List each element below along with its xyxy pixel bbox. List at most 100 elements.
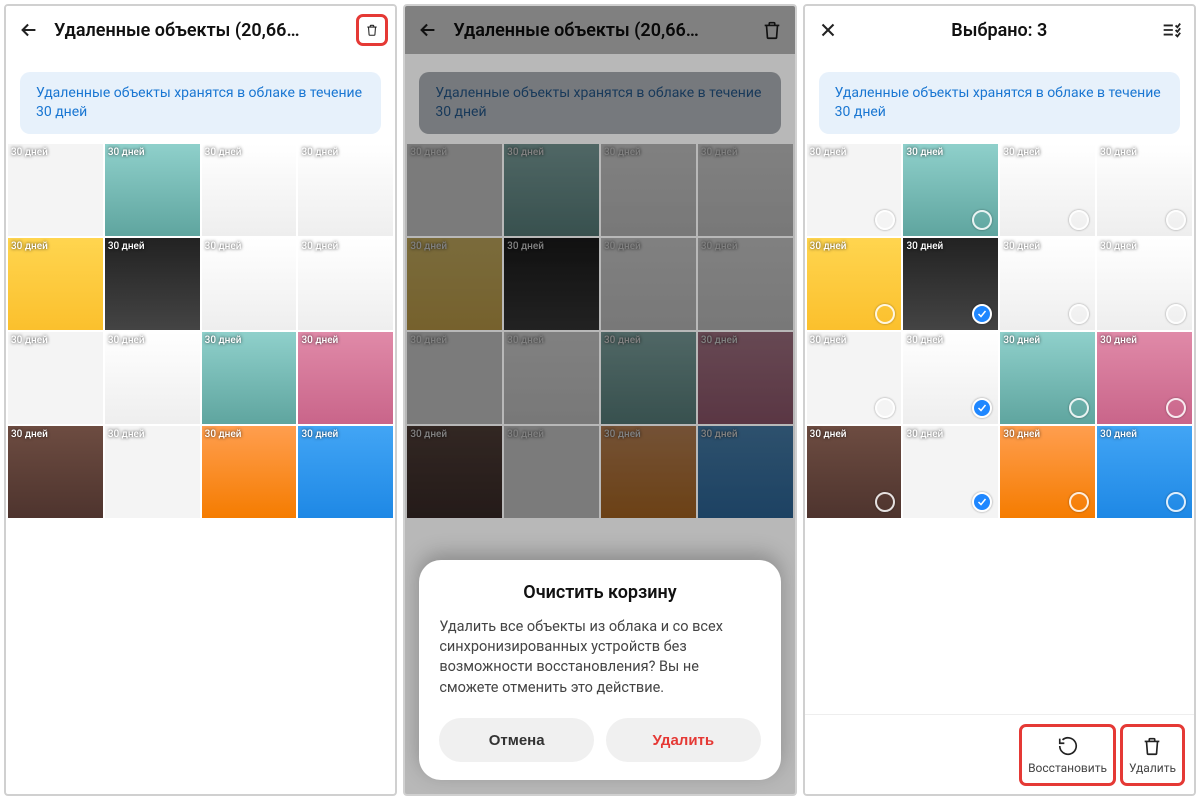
days-badge: 30 дней <box>906 429 943 440</box>
thumbnail[interactable]: 30 дней <box>8 332 103 424</box>
days-badge: 30 дней <box>1003 241 1040 252</box>
select-all-icon[interactable] <box>1160 19 1182 41</box>
thumbnail[interactable]: 30 дней <box>903 144 998 236</box>
thumbnail[interactable]: 30 дней <box>105 238 200 330</box>
select-ring[interactable] <box>875 210 895 230</box>
thumbnail[interactable]: 30 дней <box>903 426 998 518</box>
select-ring[interactable] <box>1166 210 1186 230</box>
select-ring[interactable] <box>875 398 895 418</box>
thumbnail[interactable]: 30 дней <box>8 144 103 236</box>
bottom-action-bar: Восстановить Удалить <box>805 714 1194 794</box>
days-badge: 30 дней <box>906 335 943 346</box>
days-badge: 30 дней <box>205 241 242 252</box>
select-ring[interactable] <box>1069 304 1089 324</box>
thumbnail-grid[interactable]: 30 дней30 дней30 дней30 дней30 дней30 дн… <box>6 144 395 794</box>
thumbnail[interactable]: 30 дней <box>202 426 297 518</box>
thumbnail[interactable]: 30 дней <box>903 238 998 330</box>
days-badge: 30 дней <box>205 335 242 346</box>
info-banner: Удаленные объекты хранятся в облаке в те… <box>20 72 381 134</box>
thumbnail[interactable]: 30 дней <box>1000 426 1095 518</box>
trash-icon <box>1141 735 1163 757</box>
delete-label: Удалить <box>1129 761 1176 775</box>
checkmark-icon[interactable] <box>972 398 992 418</box>
days-badge: 30 дней <box>906 241 943 252</box>
thumbnail[interactable]: 30 дней <box>105 144 200 236</box>
thumbnail[interactable]: 30 дней <box>1097 426 1192 518</box>
days-badge: 30 дней <box>1100 429 1137 440</box>
thumbnail[interactable]: 30 дней <box>1097 144 1192 236</box>
select-ring[interactable] <box>875 492 895 512</box>
thumbnail[interactable]: 30 дней <box>1000 144 1095 236</box>
days-badge: 30 дней <box>205 429 242 440</box>
screen-selection-mode: Выбрано: 3 Удаленные объекты хранятся в … <box>803 4 1196 796</box>
select-ring[interactable] <box>1069 492 1089 512</box>
select-ring[interactable] <box>875 304 895 324</box>
cancel-button[interactable]: Отмена <box>439 718 594 762</box>
days-badge: 30 дней <box>1003 147 1040 158</box>
thumbnail[interactable]: 30 дней <box>1097 238 1192 330</box>
days-badge: 30 дней <box>108 335 145 346</box>
select-ring[interactable] <box>1069 398 1089 418</box>
title-bar: Выбрано: 3 <box>805 6 1194 54</box>
thumbnail[interactable]: 30 дней <box>1000 238 1095 330</box>
days-badge: 30 дней <box>1003 429 1040 440</box>
days-badge: 30 дней <box>1003 335 1040 346</box>
select-ring[interactable] <box>972 210 992 230</box>
select-ring[interactable] <box>1166 492 1186 512</box>
days-badge: 30 дней <box>810 147 847 158</box>
thumbnail[interactable]: 30 дней <box>1000 332 1095 424</box>
thumbnail[interactable]: 30 дней <box>298 144 393 236</box>
thumbnail[interactable]: 30 дней <box>8 426 103 518</box>
restore-button[interactable]: Восстановить <box>1024 729 1111 781</box>
days-badge: 30 дней <box>810 335 847 346</box>
trash-icon[interactable] <box>361 19 383 41</box>
select-ring[interactable] <box>1166 398 1186 418</box>
screen-deleted-list: Удаленные объекты (20,66… Удаленные объе… <box>4 4 397 796</box>
page-title: Удаленные объекты (20,66… <box>54 20 347 41</box>
days-badge: 30 дней <box>11 429 48 440</box>
days-badge: 30 дней <box>1100 241 1137 252</box>
days-badge: 30 дней <box>108 147 145 158</box>
select-ring[interactable] <box>1166 304 1186 324</box>
thumbnail[interactable]: 30 дней <box>105 332 200 424</box>
thumbnail[interactable]: 30 дней <box>8 238 103 330</box>
checkmark-icon[interactable] <box>972 304 992 324</box>
checkmark-icon[interactable] <box>972 492 992 512</box>
days-badge: 30 дней <box>810 241 847 252</box>
days-badge: 30 дней <box>1100 335 1137 346</box>
days-badge: 30 дней <box>108 241 145 252</box>
thumbnail[interactable]: 30 дней <box>807 144 902 236</box>
thumbnail[interactable]: 30 дней <box>807 426 902 518</box>
dialog-title: Очистить корзину <box>439 582 760 603</box>
restore-label: Восстановить <box>1028 761 1107 775</box>
thumbnail[interactable]: 30 дней <box>1097 332 1192 424</box>
days-badge: 30 дней <box>205 147 242 158</box>
delete-button[interactable]: Удалить <box>1125 729 1180 781</box>
days-badge: 30 дней <box>301 241 338 252</box>
days-badge: 30 дней <box>1100 147 1137 158</box>
screen-confirm-dialog: Удаленные объекты (20,66… Удаленные объе… <box>403 4 796 796</box>
days-badge: 30 дней <box>11 241 48 252</box>
thumbnail[interactable]: 30 дней <box>202 144 297 236</box>
thumbnail[interactable]: 30 дней <box>807 332 902 424</box>
back-icon[interactable] <box>18 19 40 41</box>
select-ring[interactable] <box>1069 210 1089 230</box>
thumbnail[interactable]: 30 дней <box>298 332 393 424</box>
thumbnail[interactable]: 30 дней <box>807 238 902 330</box>
thumbnail[interactable]: 30 дней <box>298 426 393 518</box>
confirm-dialog: Очистить корзину Удалить все объекты из … <box>419 560 780 780</box>
thumbnail[interactable]: 30 дней <box>298 238 393 330</box>
days-badge: 30 дней <box>11 147 48 158</box>
close-icon[interactable] <box>817 19 839 41</box>
thumbnail[interactable]: 30 дней <box>202 238 297 330</box>
title-bar: Удаленные объекты (20,66… <box>6 6 395 54</box>
thumbnail[interactable]: 30 дней <box>202 332 297 424</box>
dialog-body: Удалить все объекты из облака и со всех … <box>439 617 760 698</box>
thumbnail[interactable]: 30 дней <box>105 426 200 518</box>
delete-button[interactable]: Удалить <box>606 718 761 762</box>
days-badge: 30 дней <box>906 147 943 158</box>
info-banner: Удаленные объекты хранятся в облаке в те… <box>819 72 1180 134</box>
days-badge: 30 дней <box>301 147 338 158</box>
thumbnail[interactable]: 30 дней <box>903 332 998 424</box>
thumbnail-grid[interactable]: 30 дней 30 дней 30 дней 30 дней 30 дней 30 дн… <box>805 144 1194 714</box>
